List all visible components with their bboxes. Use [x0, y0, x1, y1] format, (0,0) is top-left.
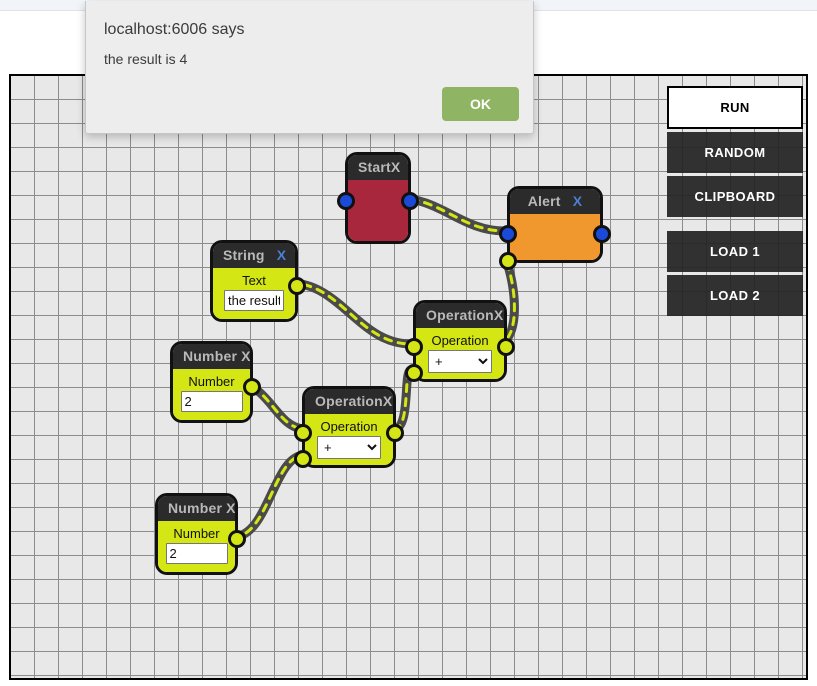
node-number-1-value-input[interactable] — [180, 391, 243, 412]
run-button[interactable]: RUN — [667, 86, 803, 129]
node-string-text-input[interactable] — [224, 290, 284, 311]
node-operation-2-body: Operation +-*/ — [305, 414, 393, 465]
node-operation-1-header[interactable]: OperationX — [416, 303, 504, 328]
node-operation-2-header[interactable]: OperationX — [305, 389, 393, 414]
node-string[interactable]: String X Text — [210, 240, 306, 322]
port-startx-flow-in[interactable] — [337, 192, 355, 210]
button-panel-divider — [667, 220, 803, 231]
node-alert-close-icon[interactable]: X — [573, 193, 583, 209]
node-operation-1-body: Operation +-*/ — [416, 328, 504, 379]
port-operation-2-data-in-b[interactable] — [294, 450, 312, 468]
port-alert-flow-out[interactable] — [593, 225, 611, 243]
clipboard-button[interactable]: CLIPBOARD — [667, 176, 803, 217]
port-operation-2-data-in-a[interactable] — [294, 424, 312, 442]
node-number-2-body: Number — [158, 521, 235, 572]
node-string-field-label: Text — [242, 273, 266, 288]
node-operation-2[interactable]: OperationX Operation +-*/ — [294, 386, 404, 468]
port-operation-1-data-out[interactable] — [497, 338, 515, 356]
node-startx[interactable]: StartX — [337, 152, 419, 244]
node-string-header[interactable]: String X — [213, 243, 295, 268]
node-number-1-header[interactable]: Number X — [173, 344, 250, 369]
alert-dialog: localhost:6006 says the result is 4 OK — [85, 1, 534, 134]
node-operation-1-field-label: Operation — [431, 333, 489, 348]
random-button[interactable]: RANDOM — [667, 132, 803, 173]
node-number-2-field-label: Number — [173, 526, 220, 541]
dialog-message-text: the result is 4 — [104, 51, 188, 67]
dialog-origin-title: localhost:6006 says — [104, 21, 245, 38]
node-alert[interactable]: Alert X — [499, 186, 611, 270]
dialog-action-row: OK — [442, 87, 519, 121]
node-operation-1-select[interactable]: +-*/ — [428, 350, 492, 373]
port-alert-flow-in[interactable] — [499, 225, 517, 243]
node-alert-body — [510, 214, 600, 260]
node-number-1-body: Number — [173, 369, 250, 420]
node-number-1-title: Number X — [183, 348, 250, 364]
node-number-2-value-input[interactable] — [165, 543, 228, 564]
node-startx-title: StartX — [358, 159, 401, 175]
port-startx-flow-out[interactable] — [401, 192, 419, 210]
port-operation-1-data-in-b[interactable] — [405, 364, 423, 382]
node-string-body: Text — [213, 268, 295, 319]
node-number-1-field-label: Number — [188, 374, 235, 389]
node-startx-header[interactable]: StartX — [348, 155, 408, 180]
node-editor-canvas[interactable]: StartX Alert X String X Text the result … — [9, 74, 808, 680]
node-alert-title: Alert — [527, 193, 561, 209]
node-operation-2-title: OperationX — [315, 393, 393, 409]
node-operation-1[interactable]: OperationX Operation +-*/ — [405, 300, 515, 382]
node-operation-2-select[interactable]: +-*/ — [317, 436, 381, 459]
node-number-2-title: Number X — [168, 500, 235, 516]
port-operation-2-data-out[interactable] — [386, 424, 404, 442]
node-operation-1-title: OperationX — [426, 307, 504, 323]
node-string-title: String — [223, 247, 265, 263]
load-1-button[interactable]: LOAD 1 — [667, 231, 803, 272]
port-operation-1-data-in-a[interactable] — [405, 338, 423, 356]
node-number-1[interactable]: Number X Number — [170, 341, 261, 423]
node-startx-body — [348, 180, 408, 241]
port-number-1-data-out[interactable] — [243, 378, 261, 396]
port-alert-data-in[interactable] — [499, 252, 517, 270]
port-number-2-data-out[interactable] — [228, 530, 246, 548]
load-2-button[interactable]: LOAD 2 — [667, 275, 803, 316]
dialog-ok-button[interactable]: OK — [442, 87, 519, 121]
action-button-panel: RUN RANDOM CLIPBOARD LOAD 1 LOAD 2 — [667, 86, 803, 319]
node-string-close-icon[interactable]: X — [277, 247, 287, 263]
node-number-2[interactable]: Number X Number — [155, 493, 246, 575]
app-root: StartX Alert X String X Text the result … — [0, 0, 817, 686]
port-string-data-out[interactable] — [288, 277, 306, 295]
node-number-2-header[interactable]: Number X — [158, 496, 235, 521]
node-alert-header[interactable]: Alert X — [510, 189, 600, 214]
node-operation-2-field-label: Operation — [320, 419, 378, 434]
